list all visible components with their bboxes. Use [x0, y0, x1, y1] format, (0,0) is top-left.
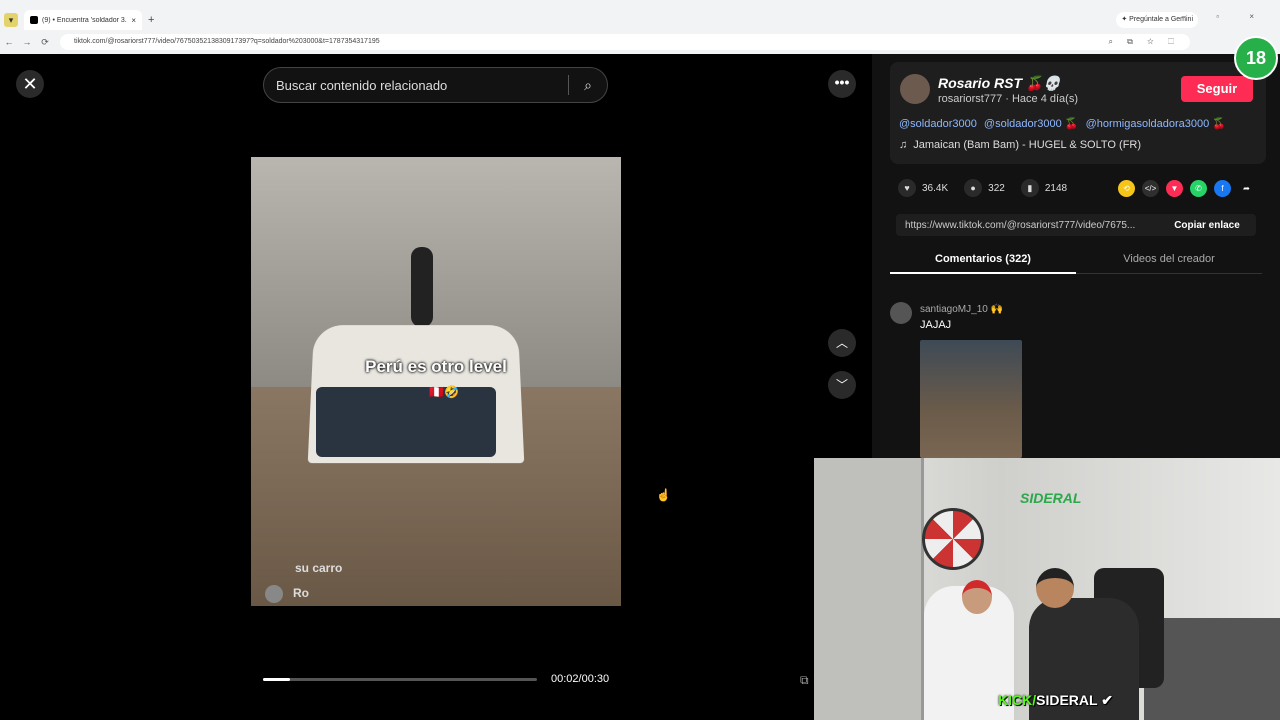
streamer-right-head: [1036, 568, 1074, 608]
webcam-overlay: SIDERAL KICK/SIDERAL ✔: [814, 458, 1280, 720]
music-line[interactable]: ♫ Jamaican (Bam Bam) - HUGEL & SOLTO (FR): [899, 139, 1141, 151]
channel-name: SIDERAL ✔: [1036, 692, 1113, 708]
mentions: @soldador3000 @soldador3000 🍒 @hormigaso…: [899, 117, 1230, 130]
previous-video-button[interactable]: ︿: [828, 329, 856, 357]
like-button[interactable]: ♥ 36.4K: [898, 179, 948, 197]
save-button[interactable]: ▮ 2148: [1020, 179, 1068, 197]
forward-button[interactable]: →: [18, 37, 36, 47]
video-progress-bar[interactable]: [263, 678, 537, 681]
back-button[interactable]: ←: [0, 37, 18, 47]
commenter-name[interactable]: santiagoMJ_10 🙌: [920, 304, 1003, 315]
like-count: 36.4K: [922, 182, 949, 194]
video-overlay-emoji: 🇵🇪🤣: [429, 385, 459, 399]
video-scene-bus-front: [316, 387, 496, 457]
video-overlay-text: Perú es otro level: [365, 357, 507, 376]
bookmark-icon: ▮: [1020, 179, 1039, 197]
browser-chrome: ▾ (9) • Encuentra 'soldador 3... × + ✦ P…: [0, 0, 1280, 54]
search-input[interactable]: Buscar contenido relacionado: [264, 78, 568, 93]
music-title: Jamaican (Bam Bam) - HUGEL & SOLTO (FR): [913, 139, 1142, 151]
floating-player-icon[interactable]: ⧉: [800, 673, 809, 688]
video-details-panel: Rosario RST 🍒💀 rosariorst777 · Hace 4 dí…: [872, 54, 1280, 458]
facebook-icon[interactable]: f: [1214, 180, 1231, 197]
related-search-bar[interactable]: Buscar contenido relacionado ⌕: [263, 67, 608, 103]
prize-wheel-icon: [922, 508, 984, 570]
comment-image[interactable]: [920, 340, 1022, 458]
mention-link[interactable]: @soldador3000: [899, 118, 977, 130]
mention-link[interactable]: @soldador3000 🍒: [984, 118, 1079, 130]
browser-tab[interactable]: (9) • Encuentra 'soldador 3... ×: [24, 10, 142, 30]
video-caption-user: Ro: [265, 585, 309, 603]
video-player[interactable]: Perú es otro level 🇵🇪🤣 su carro Ro: [251, 157, 621, 606]
tab-search-button[interactable]: ▾: [4, 13, 18, 27]
kick-channel-tag: KICK/SIDERAL ✔: [998, 692, 1113, 709]
panel-tabs: Comentarios (322) Videos del creador: [890, 250, 1262, 274]
video-progress-fill: [263, 678, 291, 681]
send-icon[interactable]: ▼: [1166, 180, 1183, 197]
follow-button[interactable]: Seguir: [1181, 76, 1253, 102]
creator-avatar[interactable]: [900, 74, 930, 104]
comment-icon: ●: [964, 179, 983, 197]
tab-comments[interactable]: Comentarios (322): [890, 250, 1076, 274]
webcam-couch: [1144, 618, 1280, 720]
tab-creator-videos[interactable]: Videos del creador: [1076, 250, 1262, 274]
comment-count: 322: [988, 182, 1005, 194]
caption-avatar: [265, 585, 283, 603]
copy-link-button[interactable]: Copiar enlace: [1158, 220, 1256, 231]
tab-strip: ▾ (9) • Encuentra 'soldador 3... × + ✦ P…: [0, 10, 1280, 30]
music-note-icon: ♫: [899, 139, 908, 151]
mouse-cursor-icon: ☝: [656, 488, 671, 502]
comment-text: JAJAJ: [920, 319, 952, 331]
share-url[interactable]: https://www.tiktok.com/@rosariorst777/vi…: [896, 220, 1158, 231]
creator-handle: rosariorst777 · Hace 4 día(s): [938, 93, 1078, 105]
video-timecode: 00:02/00:30: [551, 673, 610, 685]
share-icons: ⟲ </> ▼ ✆ f ➦: [1118, 180, 1262, 197]
tab-title: (9) • Encuentra 'soldador 3...: [42, 16, 128, 24]
window-controls[interactable]: – ▫ ×: [1182, 12, 1268, 21]
creator-display-name[interactable]: Rosario RST 🍒💀: [938, 75, 1061, 92]
tab-close-icon[interactable]: ×: [131, 16, 136, 25]
creator-card: Rosario RST 🍒💀 rosariorst777 · Hace 4 dí…: [890, 62, 1266, 164]
video-scene-person: [411, 247, 433, 327]
kick-label: KICK/: [998, 692, 1037, 708]
share-arrow-icon[interactable]: ➦: [1238, 180, 1255, 197]
sideral-logo: SIDERAL: [1020, 490, 1082, 506]
save-count: 2148: [1044, 182, 1068, 194]
more-options-icon[interactable]: •••: [828, 70, 856, 98]
close-icon[interactable]: ✕: [16, 70, 44, 98]
comment-button[interactable]: ● 322: [964, 179, 1005, 197]
share-link-box: https://www.tiktok.com/@rosariorst777/vi…: [896, 214, 1256, 236]
nav-bar: ← → ⟳ tiktok.com/@rosariorst777/video/76…: [0, 32, 1280, 52]
heart-icon: ♥: [898, 179, 916, 197]
search-icon[interactable]: ⌕: [569, 77, 607, 94]
address-bar[interactable]: tiktok.com/@rosariorst777/video/76750352…: [60, 34, 1190, 50]
new-tab-button[interactable]: +: [148, 14, 154, 26]
url-text: tiktok.com/@rosariorst777/video/76750352…: [74, 38, 380, 45]
video-caption: su carro: [295, 561, 343, 575]
tiktok-favicon-icon: [30, 16, 38, 24]
streamer-left-head: [962, 580, 992, 614]
whatsapp-icon[interactable]: ✆: [1190, 180, 1207, 197]
webcam-room-door: [814, 458, 924, 720]
mention-link[interactable]: @hormigasoldadora3000 🍒: [1086, 118, 1226, 130]
omnibox-icons[interactable]: ⌕ ⧉ ☆ ⬚: [1108, 34, 1180, 50]
commenter-avatar[interactable]: [890, 302, 912, 324]
embed-icon[interactable]: </>: [1142, 180, 1159, 197]
repost-icon[interactable]: ⟲: [1118, 180, 1135, 197]
caption-user-name: Ro: [293, 586, 309, 601]
age-18-extension-icon[interactable]: 18: [1234, 36, 1278, 80]
next-video-button[interactable]: ﹀: [828, 371, 856, 399]
reload-button[interactable]: ⟳: [36, 37, 54, 48]
